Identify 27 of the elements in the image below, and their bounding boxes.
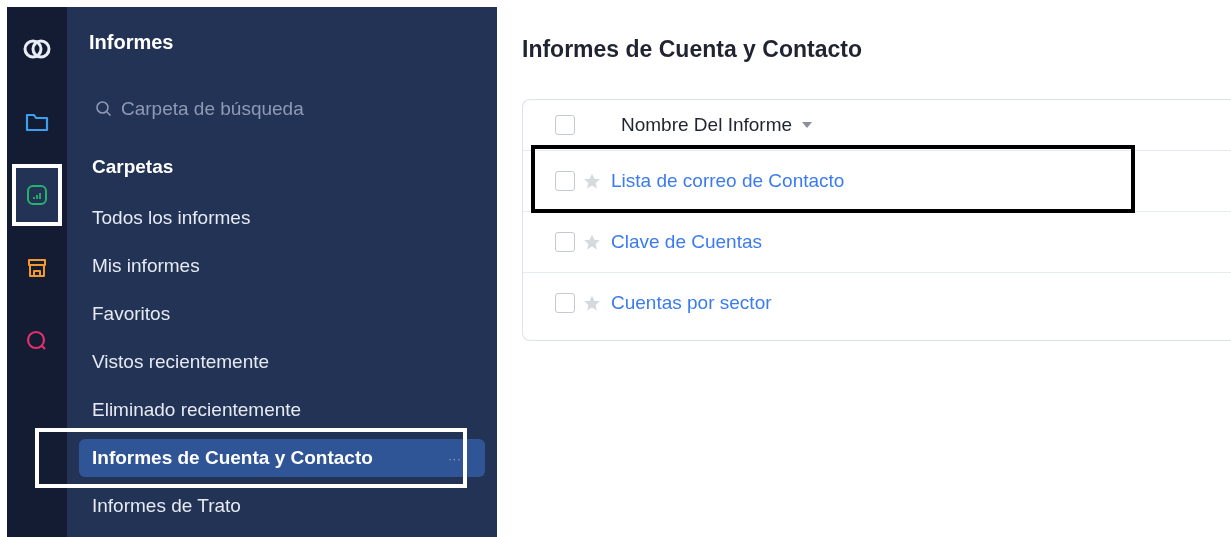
store-icon [26,257,48,279]
folder-icon [25,112,49,132]
folder-item[interactable]: Vistos recientemente [79,343,485,381]
row-checkbox[interactable] [555,232,575,252]
folder-item[interactable]: Favoritos [79,295,485,333]
column-header[interactable]: Nombre Del Informe [621,114,793,136]
report-link[interactable]: Clave de Cuentas [611,231,763,253]
folder-item[interactable]: Informes de Trato [79,487,485,525]
folder-item[interactable]: Eliminado recientemente [79,391,485,429]
row-checkbox[interactable] [555,171,575,191]
page-title: Informes de Cuenta y Contacto [522,36,863,63]
folder-item[interactable]: Mis informes [79,247,485,285]
section-heading: Carpetas [92,156,175,178]
row-checkbox[interactable] [555,293,575,313]
report-link[interactable]: Lista de correo de Contacto [611,170,845,192]
star-icon[interactable] [583,233,601,251]
sidebar-title: Informes [89,31,175,54]
reports-nav-button[interactable] [12,164,62,226]
select-all-checkbox[interactable] [555,115,575,135]
report-link[interactable]: Cuentas por sector [611,292,772,314]
star-icon[interactable] [583,172,601,190]
star-icon[interactable] [583,294,601,312]
folder-item[interactable]: Todos los informes [79,199,485,237]
chart-icon [26,184,48,206]
folder-search-field[interactable]: Carpeta de búsqueda [95,98,485,120]
sort-caret-icon[interactable] [802,122,813,128]
search-icon [95,100,113,118]
